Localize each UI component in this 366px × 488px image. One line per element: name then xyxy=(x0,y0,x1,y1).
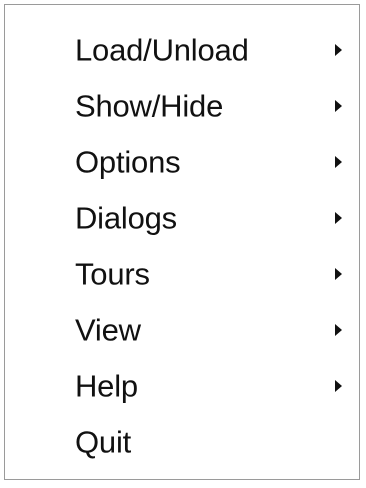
chevron-right-icon xyxy=(335,156,342,168)
menu-item-quit[interactable]: Quit xyxy=(5,414,359,470)
menu-item-label: Quit xyxy=(75,424,132,460)
menu-item-tours[interactable]: Tours xyxy=(5,246,359,302)
chevron-right-icon xyxy=(335,324,342,336)
menu-item-label: Options xyxy=(75,144,181,180)
context-menu: Load/Unload Show/Hide Options Dialogs To… xyxy=(4,4,360,480)
menu-item-label: Help xyxy=(75,368,138,404)
menu-item-label: Show/Hide xyxy=(75,88,224,124)
chevron-right-icon xyxy=(335,44,342,56)
chevron-right-icon xyxy=(335,100,342,112)
menu-item-label: Tours xyxy=(75,256,150,292)
menu-item-label: View xyxy=(75,312,141,348)
menu-item-label: Dialogs xyxy=(75,200,177,236)
menu-item-label: Load/Unload xyxy=(75,32,249,68)
menu-item-dialogs[interactable]: Dialogs xyxy=(5,190,359,246)
menu-item-options[interactable]: Options xyxy=(5,134,359,190)
menu-item-show-hide[interactable]: Show/Hide xyxy=(5,78,359,134)
menu-item-load-unload[interactable]: Load/Unload xyxy=(5,22,359,78)
chevron-right-icon xyxy=(335,212,342,224)
menu-item-help[interactable]: Help xyxy=(5,358,359,414)
chevron-right-icon xyxy=(335,380,342,392)
chevron-right-icon xyxy=(335,268,342,280)
menu-item-view[interactable]: View xyxy=(5,302,359,358)
